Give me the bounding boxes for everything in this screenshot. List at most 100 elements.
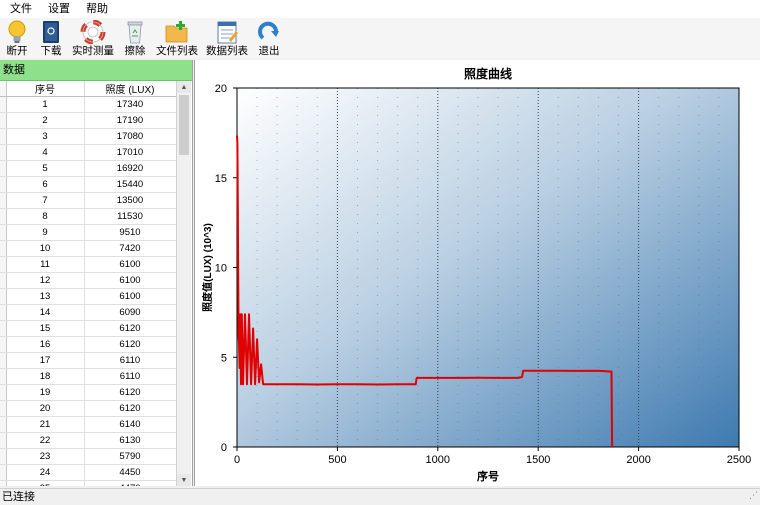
data-list-button[interactable]: 数据列表 [202,18,252,58]
lux-cell: 6100 [84,256,176,273]
table-row[interactable]: 5 16920 [0,160,176,177]
table-row[interactable]: 10 7420 [0,240,176,257]
x-tick-label: 2000 [626,454,650,466]
status-bar: 已连接 ⋰ [0,488,760,505]
index-cell: 22 [6,432,85,449]
table-row[interactable]: 254470 [0,480,176,486]
index-cell: 7 [6,192,85,209]
table-row[interactable]: 23 5790 [0,448,176,465]
table-row[interactable]: 13 6100 [0,288,176,305]
table-row[interactable]: 9 9510 [0,224,176,241]
table-row[interactable]: 12 6100 [0,272,176,289]
exit-button[interactable]: 退出 [252,18,286,58]
plot-area [237,88,739,447]
lux-cell: 7420 [84,240,176,257]
lux-cell: 5790 [84,448,176,465]
y-tick-label: 10 [215,263,227,275]
lux-cell: 11530 [84,208,176,225]
menu-settings[interactable]: 设置 [40,0,78,18]
lux-cell: 9510 [84,224,176,241]
index-cell: 18 [6,368,85,385]
menu-help[interactable]: 帮助 [78,0,116,18]
index-cell: 16 [6,336,85,353]
table-row[interactable]: 24 4450 [0,464,176,481]
index-cell: 13 [6,288,85,305]
lux-cell: 17010 [84,144,176,161]
column-header-lux[interactable]: 照度 (LUX) [84,81,176,97]
index-cell: 11 [6,256,85,273]
book-icon [38,20,64,44]
table-row[interactable]: 19 6120 [0,384,176,401]
table-row[interactable]: 7 13500 [0,192,176,209]
table-row[interactable]: 2 17190 [0,112,176,129]
lux-cell: 16920 [84,160,176,177]
lux-cell: 6100 [84,288,176,305]
data-table: 序号 照度 (LUX) 1 17340 2 17190 3 17080 4 17010 5 169… [0,81,176,486]
lux-chart: 0 500 1000 1500 2000 2500 0 5 10 15 20 照度曲线序号 照度值(LU… [201,66,751,483]
disconnect-button[interactable]: 断开 [0,18,34,58]
index-cell: 15 [6,320,85,337]
table-row[interactable]: 6 15440 [0,176,176,193]
table-row[interactable]: 22 6130 [0,432,176,449]
x-tick-label: 1500 [526,454,550,466]
x-axis-label: 序号 [477,469,499,483]
scroll-up-icon[interactable]: ▲ [177,81,191,93]
data-panel-title: 数据 [0,60,192,81]
erase-button[interactable]: 擦除 [118,18,152,58]
scroll-down-icon[interactable]: ▼ [177,474,191,486]
table-row[interactable]: 18 6110 [0,368,176,385]
menu-file[interactable]: 文件 [0,0,40,18]
index-cell: 8 [6,208,85,225]
x-tick-label: 2500 [727,454,751,466]
table-row[interactable]: 1 17340 [0,96,176,113]
data-table-wrap: 序号 照度 (LUX) 1 17340 2 17190 3 17080 4 17010 5 169… [0,81,176,486]
lux-cell: 6120 [84,320,176,337]
table-row[interactable]: 14 6090 [0,304,176,321]
index-cell: 23 [6,448,85,465]
index-cell: 2 [6,112,85,129]
column-header-index[interactable]: 序号 [6,81,85,97]
table-row[interactable]: 15 6120 [0,320,176,337]
lux-cell: 6090 [84,304,176,321]
index-cell: 4 [6,144,85,161]
lux-cell: 6100 [84,272,176,289]
table-row[interactable]: 21 6140 [0,416,176,433]
table-row[interactable]: 8 11530 [0,208,176,225]
lux-cell: 6120 [84,384,176,401]
lux-cell: 6140 [84,416,176,433]
y-tick-label: 5 [221,352,227,364]
table-row[interactable]: 17 6110 [0,352,176,369]
lightbulb-icon [4,20,30,44]
table-row[interactable]: 3 17080 [0,128,176,145]
folder-add-icon [164,20,190,44]
toolbar: 断开 下载 实时测量 擦除 文件列表 数据列表 退出 [0,18,760,58]
chart-panel: 0 500 1000 1500 2000 2500 0 5 10 15 20 照度曲线 序号 照度值(LU… [194,60,760,486]
index-cell: 14 [6,304,85,321]
scrollbar-thumb[interactable] [179,95,189,155]
table-row[interactable]: 11 6100 [0,256,176,273]
index-cell: 9 [6,224,85,241]
download-button[interactable]: 下载 [34,18,68,58]
table-scrollbar[interactable]: ▲ ▼ [176,81,191,486]
index-cell: 25 [6,480,85,486]
lux-cell: 6120 [84,336,176,353]
table-row[interactable]: 4 17010 [0,144,176,161]
lifebuoy-icon [80,19,106,45]
lux-cell: 17080 [84,128,176,145]
realtime-measure-button[interactable]: 实时测量 [68,18,118,58]
index-cell: 19 [6,384,85,401]
index-cell: 20 [6,400,85,417]
y-axis-label: 照度值(LUX) (10^3) [201,223,214,312]
exit-arrow-icon [256,20,282,44]
lux-cell: 6110 [84,368,176,385]
lux-cell: 6110 [84,352,176,369]
x-tick-label: 1000 [426,454,450,466]
x-tick-label: 0 [234,454,240,466]
recycle-bin-icon [122,20,148,44]
index-cell: 1 [6,96,85,113]
resize-grip-icon[interactable]: ⋰ [749,487,758,503]
table-row[interactable]: 16 6120 [0,336,176,353]
menu-bar: 文件 设置 帮助 [0,0,760,18]
file-list-button[interactable]: 文件列表 [152,18,202,58]
table-row[interactable]: 20 6120 [0,400,176,417]
